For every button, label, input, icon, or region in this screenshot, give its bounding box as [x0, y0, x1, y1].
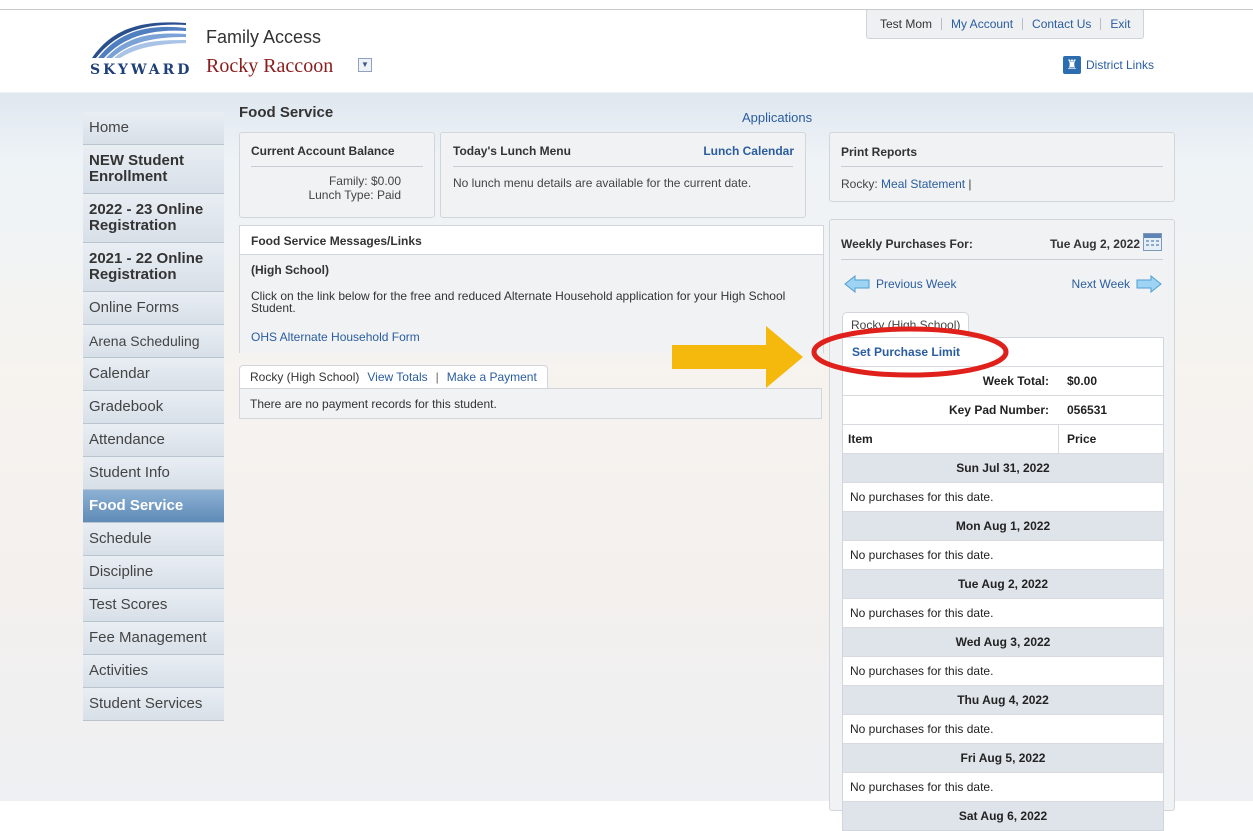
district-icon: ♜ [1063, 56, 1081, 74]
family-label: Family: [328, 174, 368, 188]
col-price-header: Price [1058, 425, 1163, 453]
exit-link[interactable]: Exit [1100, 18, 1139, 30]
print-reports-panel: Print Reports Rocky: Meal Statement | [829, 132, 1175, 202]
day-empty-row: No purchases for this date. [843, 540, 1163, 569]
sidebar-item-gradebook[interactable]: Gradebook [83, 391, 224, 424]
print-reports-divider [841, 166, 1163, 167]
balance-divider [251, 166, 423, 167]
payments-tab-label: Rocky (High School) [250, 370, 360, 384]
weekly-table: Set Purchase Limit Week Total: $0.00 Key… [842, 337, 1164, 831]
next-week-button[interactable]: Next Week [1072, 275, 1162, 293]
previous-week-link[interactable]: Previous Week [876, 277, 956, 291]
view-totals-link[interactable]: View Totals [367, 370, 427, 384]
messages-school: (High School) [251, 263, 329, 277]
print-student-label: Rocky: [841, 177, 878, 191]
sidebar-item-arena-scheduling[interactable]: Arena Scheduling [83, 325, 224, 358]
my-account-link[interactable]: My Account [941, 18, 1022, 30]
day-header-row: Sun Jul 31, 2022 [843, 453, 1163, 482]
print-reports-header: Print Reports [841, 145, 918, 159]
contact-us-link[interactable]: Contact Us [1022, 18, 1100, 30]
day-header-row: Tue Aug 2, 2022 [843, 569, 1163, 598]
sidebar-item-new-student-enrollment[interactable]: NEW Student Enrollment [83, 145, 224, 194]
district-links-button[interactable]: ♜ District Links [1063, 56, 1154, 74]
keypad-row: Key Pad Number: 056531 [843, 395, 1163, 424]
sidebar-item-student-services[interactable]: Student Services [83, 688, 224, 721]
top-nav-bar: Test Mom My Account Contact Us Exit [866, 10, 1145, 39]
sidebar-item-activities[interactable]: Activities [83, 655, 224, 688]
lunch-menu-message: No lunch menu details are available for … [453, 176, 752, 190]
student-name: Rocky Raccoon [206, 55, 334, 77]
sidebar-item-fee-management[interactable]: Fee Management [83, 622, 224, 655]
sidebar-item-student-info[interactable]: Student Info [83, 457, 224, 490]
day-empty-row: No purchases for this date. [843, 598, 1163, 627]
lunch-type-label: Lunch Type: [308, 188, 374, 202]
day-header-row: Thu Aug 4, 2022 [843, 685, 1163, 714]
weekly-header: Weekly Purchases For: [841, 237, 973, 251]
user-name: Test Mom [880, 17, 933, 31]
weekly-divider [841, 259, 1163, 260]
payments-empty-text: There are no payment records for this st… [250, 397, 497, 411]
meal-statement-link[interactable]: Meal Statement [881, 177, 965, 191]
sidebar-item-schedule[interactable]: Schedule [83, 523, 224, 556]
day-empty-row: No purchases for this date. [843, 482, 1163, 511]
app-title: Family Access [206, 27, 322, 47]
weekly-purchases-panel: Weekly Purchases For: Tue Aug 2, 2022 Pr… [829, 219, 1175, 831]
lunch-type-value: Paid [376, 188, 401, 202]
day-header-row: Fri Aug 5, 2022 [843, 743, 1163, 772]
sidebar-item-home[interactable]: Home [83, 112, 224, 145]
sidebar-item-online-forms[interactable]: Online Forms [83, 292, 224, 325]
day-header-row: Mon Aug 1, 2022 [843, 511, 1163, 540]
tab-separator: | [435, 370, 439, 384]
next-week-arrow-icon [1136, 275, 1162, 293]
messages-header: Food Service Messages/Links [251, 234, 422, 248]
sidebar-item-test-scores[interactable]: Test Scores [83, 589, 224, 622]
sidebar-item-2021-22-online-registration[interactable]: 2021 - 22 Online Registration [83, 243, 224, 292]
day-header-row: Wed Aug 3, 2022 [843, 627, 1163, 656]
previous-week-arrow-icon [844, 275, 870, 293]
calendar-icon[interactable] [1143, 233, 1162, 251]
weekly-date: Tue Aug 2, 2022 [1049, 237, 1140, 251]
district-links-label[interactable]: District Links [1086, 58, 1154, 72]
account-balance-panel: Current Account Balance Family: $0.00 Lu… [239, 132, 435, 218]
annotation-circle [811, 326, 1009, 378]
print-separator: | [968, 177, 972, 191]
logo-text: SKYWARD [90, 62, 193, 78]
lunch-menu-panel: Today's Lunch Menu Lunch Calendar No lun… [440, 132, 806, 218]
next-week-link[interactable]: Next Week [1072, 277, 1130, 291]
annotation-overlay [672, 326, 1009, 388]
day-empty-row: No purchases for this date. [843, 772, 1163, 801]
day-empty-row: No purchases for this date. [843, 714, 1163, 743]
lunch-menu-divider [453, 166, 793, 167]
day-empty-row: No purchases for this date. [843, 656, 1163, 685]
lunch-calendar-link[interactable]: Lunch Calendar [703, 144, 794, 158]
applications-link[interactable]: Applications [742, 110, 812, 125]
sidebar-item-calendar[interactable]: Calendar [83, 358, 224, 391]
day-header-row: Sat Aug 6, 2022 [843, 801, 1163, 830]
alternate-household-form-link[interactable]: OHS Alternate Household Form [251, 330, 420, 344]
messages-text: Click on the link below for the free and… [251, 289, 786, 315]
sidebar-item-food-service[interactable]: Food Service [83, 490, 224, 523]
make-a-payment-link[interactable]: Make a Payment [447, 370, 537, 384]
col-item-header: Item [848, 432, 873, 446]
sidebar-item-discipline[interactable]: Discipline [83, 556, 224, 589]
sidebar-item-2022-23-online-registration[interactable]: 2022 - 23 Online Registration [83, 194, 224, 243]
annotation-arrow [672, 326, 803, 388]
keypad-label: Key Pad Number: [948, 403, 1049, 417]
sidebar-item-attendance[interactable]: Attendance [83, 424, 224, 457]
previous-week-button[interactable]: Previous Week [844, 275, 956, 293]
family-value: $0.00 [370, 174, 401, 188]
week-total-value: $0.00 [1067, 374, 1098, 388]
column-header-row: Item Price [843, 424, 1163, 453]
lunch-menu-header: Today's Lunch Menu [453, 144, 571, 158]
student-dropdown-icon[interactable]: ▼ [358, 58, 372, 72]
page-title: Food Service [239, 104, 334, 121]
keypad-value: 056531 [1067, 403, 1108, 417]
sidebar: Home NEW Student Enrollment 2022 - 23 On… [83, 112, 224, 721]
balance-header: Current Account Balance [251, 144, 395, 158]
payments-tab[interactable]: Rocky (High School) View Totals | Make a… [239, 365, 548, 388]
